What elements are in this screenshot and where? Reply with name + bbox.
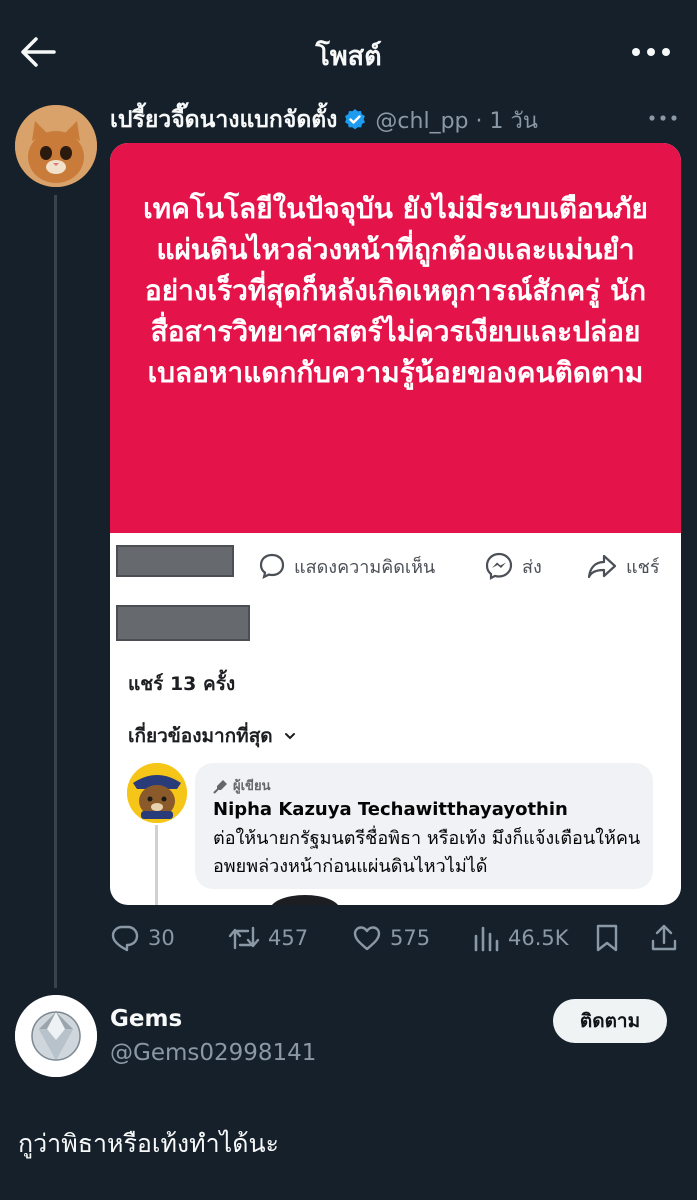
more-dots-icon	[632, 48, 670, 56]
fb-share-action: แชร์	[586, 551, 660, 581]
bookmark-icon	[596, 924, 618, 952]
views-count: 46.5K	[508, 926, 569, 950]
bear-avatar-icon	[127, 763, 187, 823]
commenter-name: Nipha Kazuya Techawitthayayothin	[213, 799, 568, 820]
redacted-block	[116, 545, 234, 577]
share-upload-icon	[651, 924, 677, 951]
tweet-more-button[interactable]	[647, 108, 679, 128]
retweet-count: 457	[268, 926, 309, 950]
more-options-button[interactable]	[629, 40, 673, 64]
fb-comment-label: แสดงความคิดเห็น	[294, 556, 436, 578]
heart-icon	[353, 926, 381, 951]
cropped-avatar	[270, 895, 340, 905]
thread-connector-line	[54, 195, 57, 988]
quote-card: เทคโนโลยีในปัจจุบัน ยังไม่มีระบบเตือนภัย…	[110, 143, 681, 533]
tweet-media-image[interactable]: เทคโนโลยีในปัจจุบัน ยังไม่มีระบบเตือนภัย…	[110, 143, 681, 905]
reply-icon	[111, 925, 139, 952]
quote-text: เทคโนโลยีในปัจจุบัน ยังไม่มีระบบเตือนภัย…	[143, 192, 648, 389]
author-row: เปรี้ยวจี๊ดนางแบกจัดตั้ง @chl_pp · 1 วัน	[110, 104, 538, 136]
microphone-icon	[213, 779, 227, 793]
retweet-icon	[228, 926, 260, 950]
bookmark-action[interactable]	[594, 918, 628, 958]
fb-send-action: ส่ง	[484, 551, 542, 581]
author-handle-time: @chl_pp · 1 วัน	[375, 108, 538, 134]
author-avatar[interactable]	[15, 105, 97, 187]
comment-bubble-icon	[259, 553, 285, 580]
reply-author-handle: @Gems02998141	[110, 1040, 317, 1066]
author-badge: ผู้เขียน	[213, 775, 270, 796]
follow-button[interactable]: ติดตาม	[553, 999, 667, 1043]
share-count: แชร์ 13 ครั้ง	[128, 673, 236, 695]
author-name[interactable]: เปรี้ยวจี๊ดนางแบกจัดตั้ง	[110, 102, 337, 138]
like-count: 575	[390, 926, 431, 950]
comment-text: ต่อให้นายกรัฐมนตรีชื่อพิธา หรือเท้ง มึงก…	[213, 828, 641, 877]
more-dots-icon	[649, 115, 677, 121]
top-bar: โพสต์	[0, 0, 697, 100]
comment-thread-line	[155, 825, 158, 905]
redacted-block	[116, 605, 250, 641]
views-action[interactable]: 46.5K	[472, 918, 569, 958]
fb-comment-action: แสดงความคิดเห็น	[258, 551, 435, 581]
commenter-avatar	[127, 763, 187, 823]
reply-author-avatar[interactable]	[15, 995, 97, 1077]
page-title: โพสต์	[315, 41, 382, 72]
cat-avatar-icon	[15, 105, 97, 187]
reply-action[interactable]: 30	[110, 918, 175, 958]
diamond-avatar-icon	[15, 995, 97, 1077]
chevron-down-icon	[284, 733, 295, 740]
tweet-actions-bar: 30 457 575 46.5K	[110, 918, 685, 958]
share-action[interactable]	[650, 918, 686, 958]
like-action[interactable]: 575	[352, 918, 430, 958]
fb-send-label: ส่ง	[522, 556, 542, 578]
verified-badge-icon	[345, 109, 366, 130]
sort-label: เกี่ยวข้องมากที่สุด	[128, 725, 273, 747]
comment-bubble: ผู้เขียน Nipha Kazuya Techawitthayayothi…	[195, 763, 653, 889]
messenger-icon	[485, 552, 513, 580]
share-arrow-icon	[587, 554, 617, 579]
views-chart-icon	[474, 926, 499, 952]
author-badge-label: ผู้เขียน	[233, 779, 271, 794]
reply-count: 30	[148, 926, 175, 950]
fb-share-label: แชร์	[626, 556, 660, 578]
retweet-action[interactable]: 457	[228, 918, 308, 958]
reply-author-name[interactable]: Gems	[110, 1006, 182, 1032]
sort-selector: เกี่ยวข้องมากที่สุด	[128, 721, 297, 751]
reply-text: กูว่าพิธาหรือเท้งทำได้นะ	[18, 1129, 279, 1158]
